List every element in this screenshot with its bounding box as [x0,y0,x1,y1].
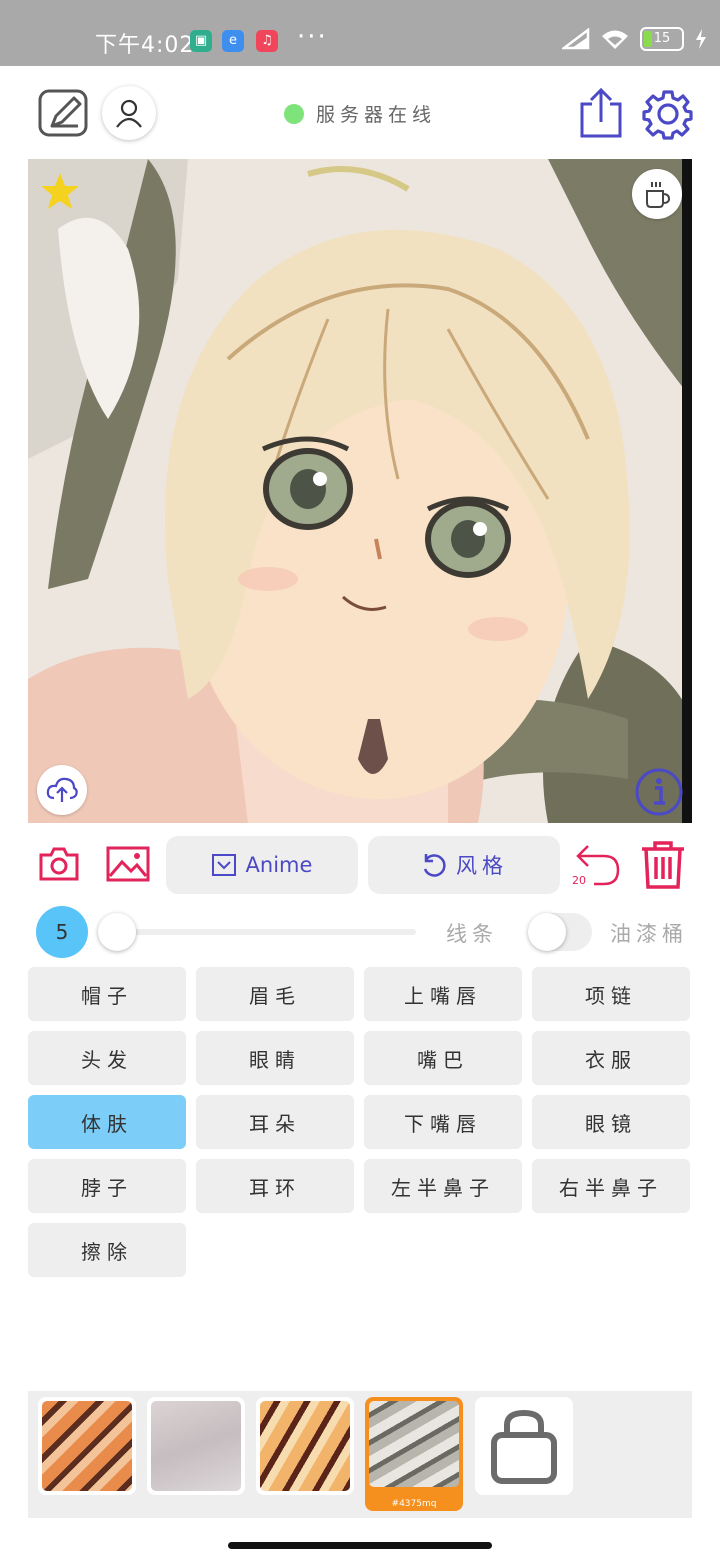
top-bar: 服务器在线 [0,66,720,158]
server-status-dot [284,103,304,124]
music-icon: ♫ [256,30,278,52]
favorite-star-icon[interactable] [38,171,82,213]
refresh-icon [423,854,446,877]
signal-icon [562,28,590,50]
face-part-button[interactable]: 左半鼻子 [364,1159,522,1213]
edit-canvas-button[interactable] [38,88,90,138]
browser-icon: e [222,30,244,52]
brush-controls: 5 线条 油漆桶 [28,906,692,958]
face-part-button[interactable]: 项链 [532,967,690,1021]
lines-label: 线条 [446,922,498,946]
texture-shop-button[interactable] [475,1397,573,1495]
coffee-cup-icon [646,182,671,208]
style-label: 风格 [456,854,508,878]
upload-button[interactable] [37,765,87,815]
face-part-button[interactable]: 帽子 [28,967,186,1021]
info-icon[interactable] [634,767,684,817]
selected-texture-caption: #4375mq [391,1499,437,1509]
style-button[interactable]: 风格 [368,836,560,894]
home-indicator[interactable] [228,1542,492,1549]
face-part-button[interactable]: 擦除 [28,1223,186,1277]
charging-icon [696,29,706,49]
face-part-button[interactable]: 眉毛 [196,967,354,1021]
trash-icon[interactable] [640,840,686,890]
undo-count: 20 [572,874,586,887]
texture-swatch-pale-grey[interactable] [147,1397,245,1495]
face-part-button[interactable]: 头发 [28,1031,186,1085]
anime-portrait-image [28,159,692,823]
paint-bucket-toggle[interactable] [528,913,592,951]
face-part-button[interactable]: 上嘴唇 [364,967,522,1021]
texture-swatch-grey-stone[interactable]: #4375mq [365,1397,463,1511]
status-time: 下午4:02 [95,33,195,58]
paint-bucket-label: 油漆桶 [610,922,688,946]
gear-icon [642,90,693,140]
face-part-button[interactable]: 下嘴唇 [364,1095,522,1149]
texture-palette: #4375mq [28,1391,692,1518]
face-part-button[interactable]: 耳朵 [196,1095,354,1149]
profile-button[interactable] [102,86,156,140]
face-part-button[interactable]: 脖子 [28,1159,186,1213]
face-part-button[interactable]: 体肤 [28,1095,186,1149]
dropdown-box-icon [211,854,236,876]
battery-icon: 15 [640,27,684,51]
brush-size-slider-thumb[interactable] [98,913,136,951]
gallery-icon[interactable] [106,846,150,882]
face-part-button[interactable]: 耳环 [196,1159,354,1213]
texture-swatch-tiger-gold[interactable] [256,1397,354,1495]
face-part-button[interactable]: 眼镜 [532,1095,690,1149]
face-part-button[interactable]: 嘴巴 [364,1031,522,1085]
more-notifications-icon: ··· [297,22,328,52]
texture-swatch-tiger-orange[interactable] [38,1397,136,1495]
drawing-canvas[interactable] [28,159,692,823]
settings-button[interactable] [642,88,694,140]
model-label: Anime [245,853,313,877]
camera-icon[interactable] [38,846,80,882]
face-part-button[interactable]: 眼睛 [196,1031,354,1085]
brush-size-badge: 5 [36,906,88,958]
server-status-text: 服务器在线 [316,104,437,126]
status-bar: 下午4:02 ▣ e ♫ ··· 15 [0,0,720,66]
share-button[interactable] [578,86,624,140]
brush-size-slider[interactable] [100,929,416,935]
app-store-icon: ▣ [190,30,212,52]
server-status: 服务器在线 [284,100,436,127]
share-icon [580,87,622,138]
status-indicators: 15 [562,24,708,54]
user-icon [116,99,142,128]
face-part-button[interactable]: 衣服 [532,1031,690,1085]
edit-icon [38,89,88,137]
battery-level: 15 [653,31,671,46]
coffee-button[interactable] [632,169,682,219]
shopping-bag-icon [491,1409,557,1484]
model-select-button[interactable]: Anime [166,836,358,894]
cloud-upload-icon [46,777,78,802]
wifi-icon [602,30,628,49]
face-part-button[interactable]: 右半鼻子 [532,1159,690,1213]
tool-row: Anime 风格 20 [28,834,692,896]
paint-bucket-toggle-knob [528,913,566,951]
